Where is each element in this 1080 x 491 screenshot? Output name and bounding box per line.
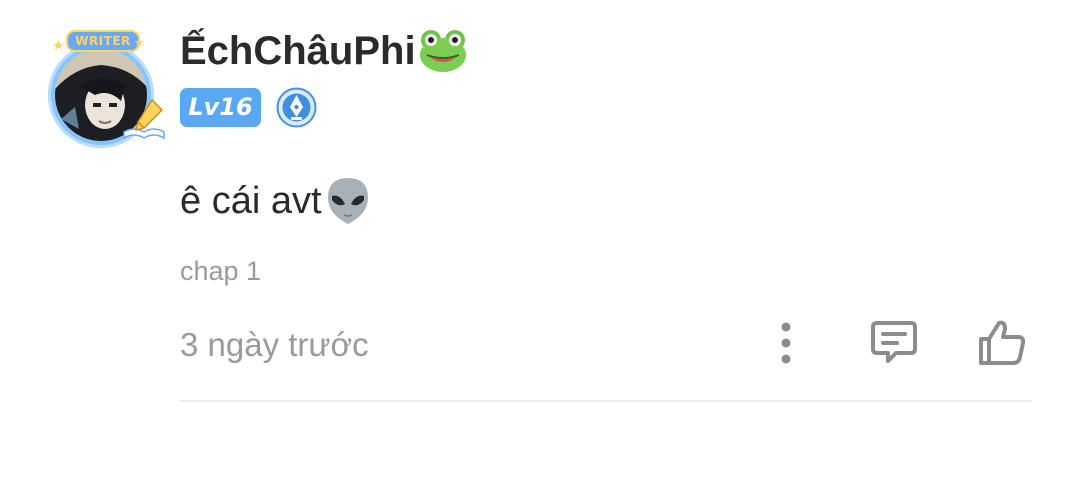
timestamp: 3 ngày trước (180, 326, 369, 363)
writer-frame-label: WRITER (66, 30, 140, 52)
fountain-pen-badge-icon (276, 87, 317, 128)
comment-body: ê cái avt (180, 175, 372, 227)
username[interactable]: ẾchChâuPhi (180, 29, 416, 74)
chapter-label[interactable]: chap 1 (180, 256, 261, 287)
pen-book-icon (123, 98, 165, 140)
comment-text: ê cái avt (180, 179, 322, 222)
comment-item: WRITER ★ ★ ẾchChâuPhi Lv16 ê cái avt cha… (0, 0, 1080, 491)
comment-reply-icon (871, 321, 917, 363)
like-button[interactable] (974, 314, 1030, 370)
frog-face-emoji-icon (419, 30, 466, 72)
star-icon: ★ (134, 37, 144, 49)
reply-button[interactable] (866, 316, 922, 368)
more-vertical-icon (781, 322, 791, 364)
level-badge: Lv16 (180, 88, 261, 127)
alien-emoji-icon (327, 178, 368, 224)
avatar[interactable]: WRITER ★ ★ (38, 30, 165, 148)
divider (180, 400, 1032, 402)
more-options-button[interactable] (766, 318, 806, 368)
badges-row: Lv16 (180, 87, 317, 128)
username-row: ẾchChâuPhi (180, 28, 468, 74)
star-icon: ★ (52, 37, 65, 53)
thumbs-up-icon (979, 320, 1026, 365)
